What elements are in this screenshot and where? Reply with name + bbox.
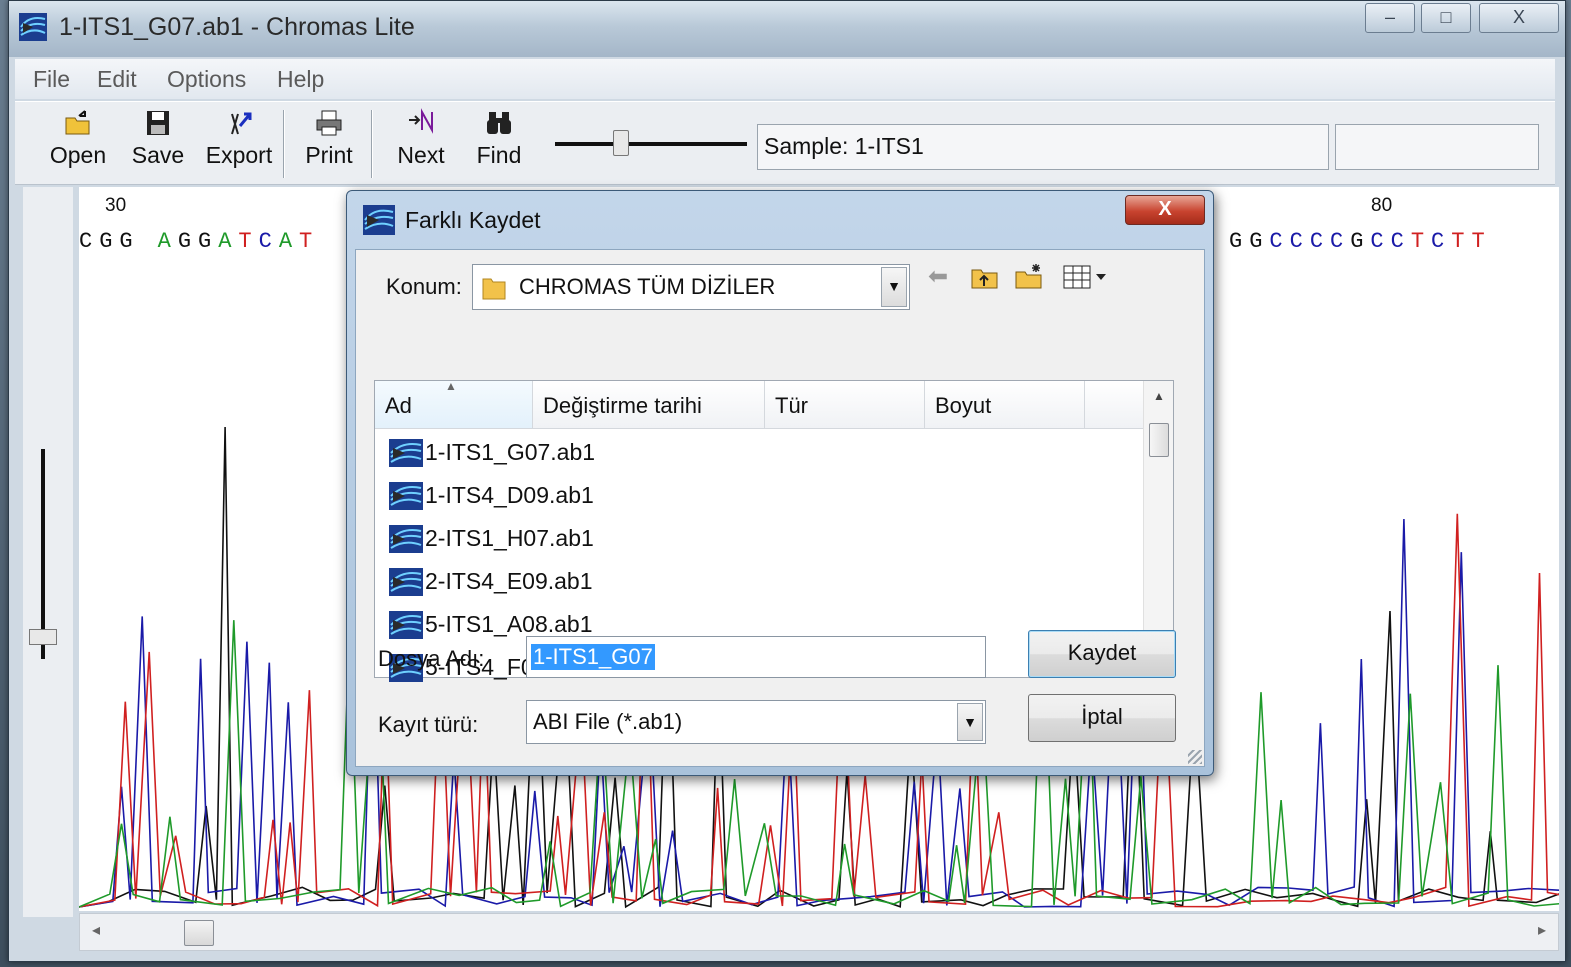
export-arrow-icon [231, 112, 252, 135]
print-label: Print [305, 142, 353, 168]
ab1-file-icon [389, 482, 423, 510]
maximize-button[interactable]: □ [1421, 3, 1471, 33]
menu-file[interactable]: File [33, 66, 70, 93]
menu-edit[interactable]: Edit [97, 66, 137, 93]
toolbar-separator [371, 110, 373, 178]
ab1-file-icon [389, 439, 423, 467]
print-button[interactable]: Print [297, 108, 361, 169]
folder-icon [482, 278, 506, 300]
scroll-left-arrow-icon[interactable]: ◂ [92, 920, 100, 940]
ab1-file-icon [389, 611, 423, 639]
window-title: 1-ITS1_G07.ab1 - Chromas Lite [59, 13, 415, 41]
scale-slider-track[interactable] [555, 142, 747, 146]
scroll-right-arrow-icon[interactable]: ▸ [1538, 920, 1546, 940]
new-folder-icon[interactable] [1014, 262, 1044, 292]
chevron-down-icon[interactable]: ▼ [957, 703, 983, 741]
save-label: Save [131, 142, 185, 168]
vertical-zoom-panel [23, 187, 73, 917]
filetype-value: ABI File (*.ab1) [533, 709, 683, 734]
view-menu-icon[interactable] [1062, 262, 1108, 292]
save-dialog-button[interactable]: Kaydet [1028, 630, 1176, 678]
location-combobox[interactable]: CHROMAS TÜM DİZİLER ▼ [472, 264, 910, 310]
list-item[interactable]: 1-ITS1_G07.ab1 [389, 433, 1129, 475]
vertical-zoom-track[interactable] [41, 449, 45, 659]
chromas-app-icon [19, 13, 47, 41]
floppy-disk-icon [147, 111, 169, 135]
menu-options[interactable]: Options [167, 66, 246, 93]
open-button[interactable]: Open [43, 108, 113, 169]
toolbar: Open Save Export Print Next Find Sample:… [15, 101, 1555, 185]
column-label-name: Ad [385, 393, 412, 418]
next-n-icon [409, 108, 433, 134]
open-label: Open [49, 142, 107, 168]
filename-label: Dosya Adı: [378, 646, 485, 671]
chromas-dialog-icon [363, 205, 395, 235]
list-item[interactable]: 2-ITS4_E09.ab1 [389, 562, 1129, 604]
column-header-date[interactable]: Değiştirme tarihi [533, 381, 765, 429]
minimize-button[interactable]: – [1365, 3, 1415, 33]
find-label: Find [476, 142, 522, 168]
file-name: 1-ITS4_D09.ab1 [425, 482, 594, 508]
horizontal-scrollbar[interactable]: ◂ ▸ [79, 913, 1559, 951]
desktop: 1-ITS1_G07.ab1 - Chromas Lite – □ X File… [0, 0, 1571, 967]
horizontal-scroll-thumb[interactable] [184, 920, 214, 946]
find-button[interactable]: Find [467, 108, 531, 169]
toolbar-separator [283, 110, 285, 178]
scroll-up-arrow-icon[interactable]: ▲ [1153, 389, 1165, 403]
next-button[interactable]: Next [389, 108, 453, 169]
ab1-file-icon [389, 568, 423, 596]
scale-slider-thumb[interactable] [613, 130, 629, 156]
next-label: Next [397, 142, 445, 168]
file-name: 2-ITS1_H07.ab1 [425, 525, 594, 551]
filetype-label: Kayıt türü: [378, 712, 479, 737]
chevron-down-icon[interactable]: ▼ [881, 267, 907, 307]
printer-icon [316, 110, 342, 136]
ab1-file-icon [389, 525, 423, 553]
filetype-combobox[interactable]: ABI File (*.ab1) ▼ [526, 700, 986, 744]
column-header-name[interactable]: ▲ Ad [375, 379, 533, 429]
file-name: 5-ITS1_A08.ab1 [425, 611, 593, 637]
export-label: Export [205, 142, 273, 168]
menu-help[interactable]: Help [277, 66, 324, 93]
column-header-type[interactable]: Tür [765, 381, 925, 429]
filename-input[interactable]: 1-ITS1_G07 [526, 636, 986, 678]
sort-ascending-icon: ▲ [445, 379, 457, 393]
list-item[interactable]: 2-ITS1_H07.ab1 [389, 519, 1129, 561]
file-name: 2-ITS4_E09.ab1 [425, 568, 593, 594]
location-label: Konum: [386, 274, 462, 299]
title-bar: 1-ITS1_G07.ab1 - Chromas Lite – □ X [9, 1, 1565, 57]
column-header-blank [1085, 381, 1145, 429]
resize-grip-icon[interactable] [1188, 750, 1202, 764]
sample-name-field: Sample: 1-ITS1 [757, 124, 1329, 170]
dialog-body: Konum: CHROMAS TÜM DİZİLER ▼ ⬅ ▲ Ad Deği… [355, 249, 1205, 767]
close-button[interactable]: X [1479, 3, 1559, 33]
cancel-button[interactable]: İptal [1028, 694, 1176, 742]
export-button[interactable]: Export [199, 108, 279, 169]
up-folder-icon[interactable] [970, 262, 1000, 292]
filename-value: 1-ITS1_G07 [531, 644, 655, 670]
file-list-scroll-thumb[interactable] [1149, 423, 1169, 457]
open-folder-icon [65, 110, 90, 135]
column-header-size[interactable]: Boyut [925, 381, 1085, 429]
list-item[interactable]: 1-ITS4_D09.ab1 [389, 476, 1129, 518]
location-value: CHROMAS TÜM DİZİLER [519, 274, 776, 299]
file-name: 1-ITS1_G07.ab1 [425, 439, 596, 465]
vertical-zoom-thumb[interactable] [29, 629, 57, 645]
save-button[interactable]: Save [125, 108, 191, 169]
info-field [1335, 124, 1539, 170]
dialog-close-button[interactable]: X [1125, 195, 1205, 225]
menu-bar: File Edit Options Help [15, 59, 1555, 99]
save-as-dialog: Farklı Kaydet X Konum: CHROMAS TÜM DİZİL… [346, 190, 1214, 776]
binoculars-icon [487, 112, 511, 134]
back-arrow-icon[interactable]: ⬅ [928, 262, 958, 292]
dialog-title: Farklı Kaydet [405, 207, 541, 233]
